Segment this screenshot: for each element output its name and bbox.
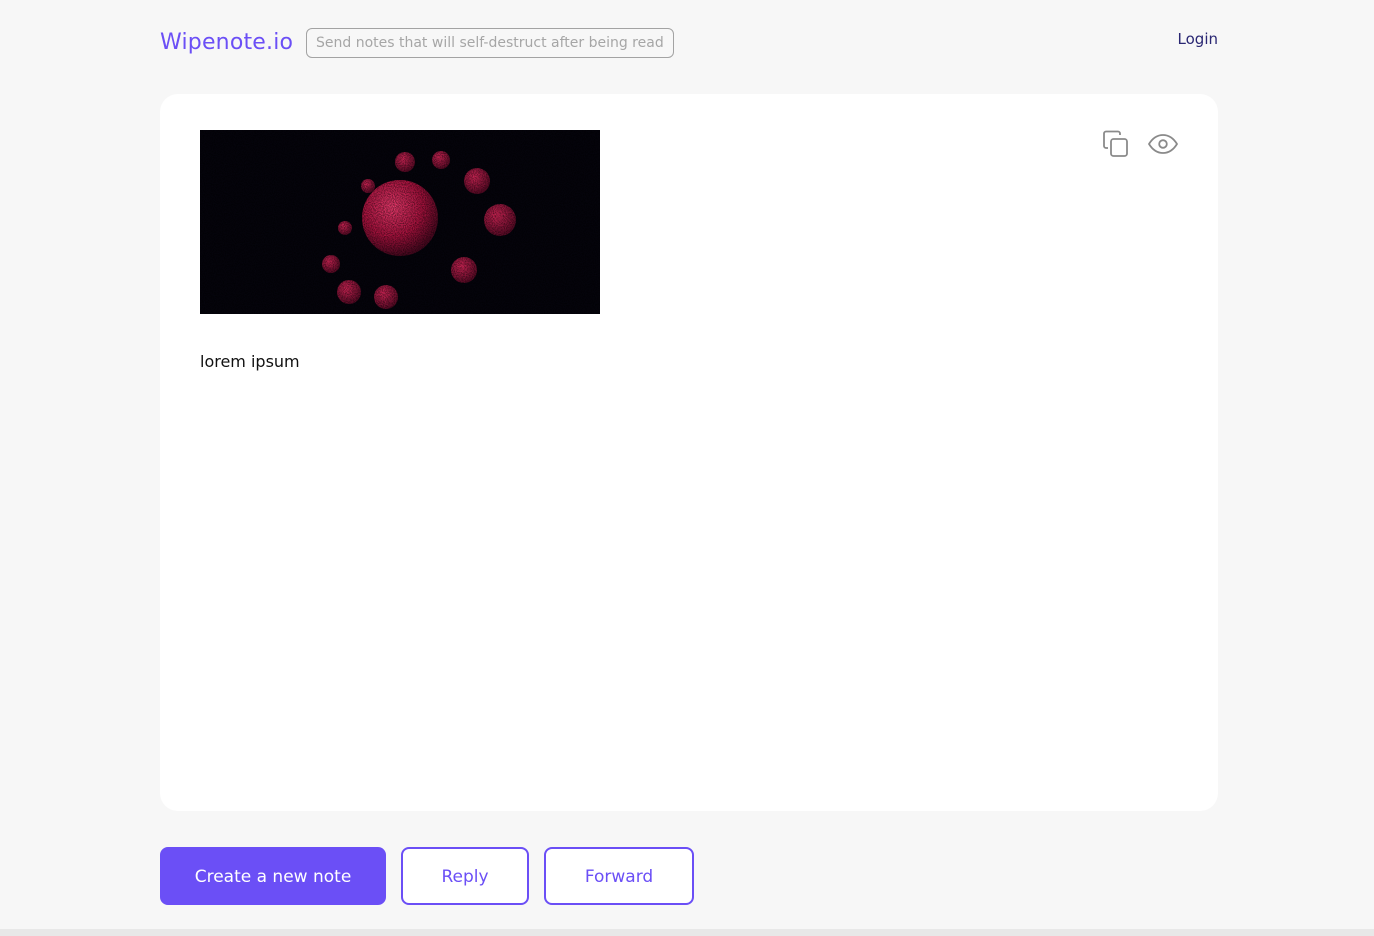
note-image	[200, 130, 600, 314]
create-note-button[interactable]: Create a new note	[160, 847, 386, 905]
note-card: lorem ipsum	[160, 94, 1218, 811]
reply-button[interactable]: Reply	[401, 847, 529, 905]
login-link[interactable]: Login	[1178, 28, 1218, 50]
horizontal-scrollbar[interactable]	[0, 929, 1374, 936]
note-text: lorem ipsum	[200, 352, 300, 371]
copy-icon[interactable]	[1100, 128, 1132, 160]
site-logo[interactable]: Wipenote.io	[160, 28, 293, 58]
tagline-badge: Send notes that will self-destruct after…	[306, 28, 674, 58]
site-header: Wipenote.io Send notes that will self-de…	[160, 28, 1218, 60]
eye-icon[interactable]	[1147, 128, 1179, 160]
forward-button[interactable]: Forward	[544, 847, 694, 905]
